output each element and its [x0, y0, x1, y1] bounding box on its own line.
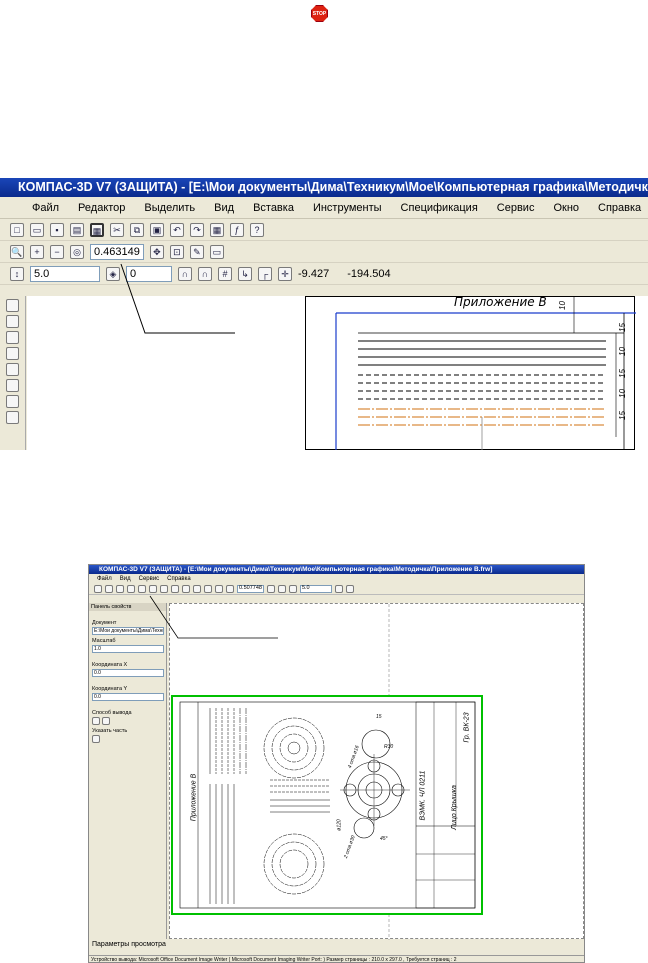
y-label: Координата Y: [92, 686, 128, 692]
drawing-text: ø120: [336, 819, 343, 831]
x-label: Координата X: [92, 662, 128, 668]
drawing-text: 15: [376, 714, 382, 720]
y-field[interactable]: 0.0: [92, 693, 164, 701]
output-printer-icon[interactable]: [92, 717, 100, 725]
drawing-text: Гр. ВК-23: [463, 712, 471, 743]
status-bar: Устройство вывода: Microsoft Office Docu…: [89, 955, 584, 962]
output-buttons: [92, 717, 166, 725]
drawing-text: ВЭМК. ЧЛ 0211: [419, 770, 427, 821]
select-part-icon[interactable]: [92, 735, 100, 743]
x-field[interactable]: 0.0: [92, 669, 164, 677]
drawing-text: Приложение В: [190, 773, 198, 822]
output-label: Способ вывода: [92, 710, 132, 716]
callout-line-2: [149, 595, 278, 639]
view-params-tab[interactable]: Параметры просмотра: [89, 939, 169, 951]
drawing-text: R30: [384, 744, 394, 750]
output-file-icon[interactable]: [102, 717, 110, 725]
drawing-text: 45°: [380, 836, 388, 842]
drawing-text: Лицо Крышка: [450, 785, 458, 830]
part-label: Указать часть: [92, 728, 128, 734]
callout-line-1: [120, 263, 235, 334]
